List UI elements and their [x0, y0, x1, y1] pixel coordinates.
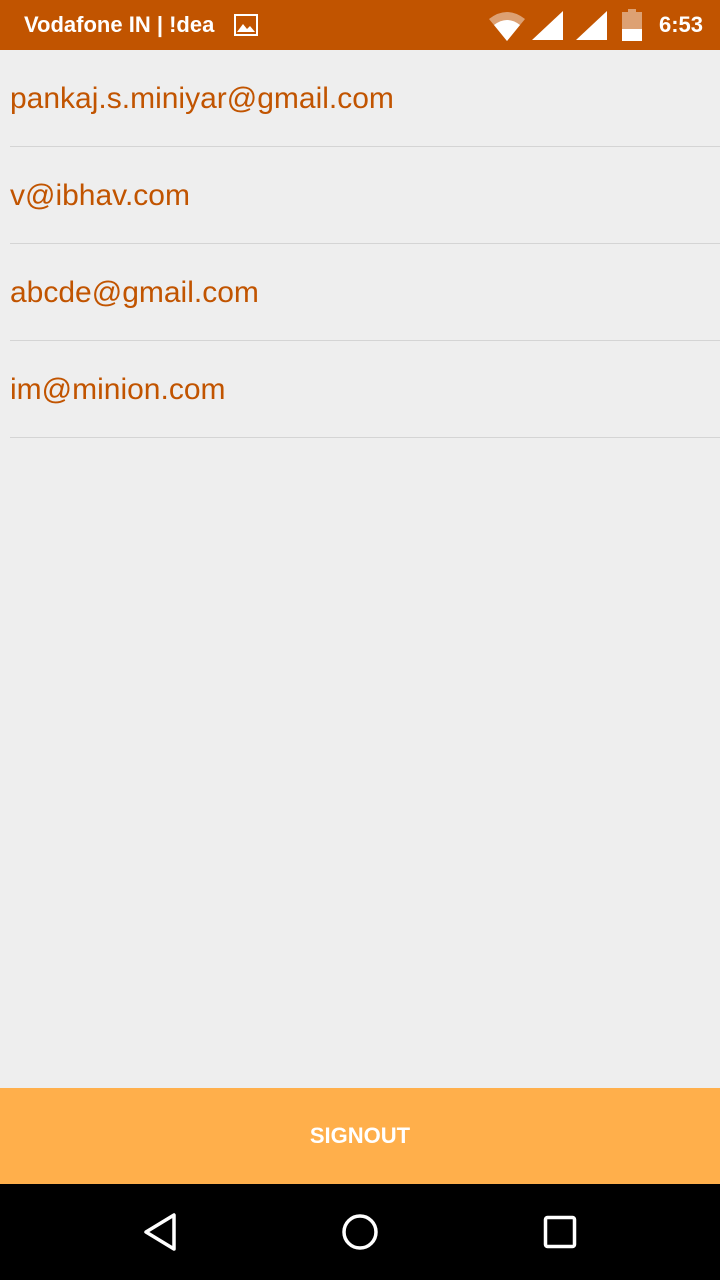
wifi-icon [489, 12, 525, 41]
signal-icon [532, 11, 563, 40]
email-address: im@minion.com [10, 373, 226, 406]
gallery-icon [234, 14, 258, 36]
email-list-item[interactable]: pankaj.s.miniyar@gmail.com [10, 50, 720, 147]
signout-button[interactable]: SIGNOUT [0, 1088, 720, 1184]
screen: Vodafone IN | !dea 6:53 pankaj.s.miniyar… [0, 0, 720, 1280]
email-list-item[interactable]: v@ibhav.com [10, 147, 720, 244]
carrier-name: Vodafone IN | !dea [24, 12, 215, 37]
status-clock: 6:53 [658, 12, 703, 37]
navigation-bar [0, 1184, 720, 1280]
email-address: abcde@gmail.com [10, 276, 259, 309]
back-button[interactable] [130, 1202, 190, 1262]
signal-icon [576, 11, 607, 40]
email-list-item[interactable]: abcde@gmail.com [10, 244, 720, 341]
status-bar: Vodafone IN | !dea 6:53 [0, 0, 720, 50]
email-list: pankaj.s.miniyar@gmail.com v@ibhav.com a… [0, 50, 720, 438]
home-icon [342, 1214, 378, 1250]
battery-icon [622, 9, 642, 41]
recents-button[interactable] [530, 1202, 590, 1262]
recents-icon [543, 1215, 577, 1249]
email-address: pankaj.s.miniyar@gmail.com [10, 82, 394, 115]
home-button[interactable] [330, 1202, 390, 1262]
back-icon [144, 1213, 176, 1251]
email-address: v@ibhav.com [10, 179, 190, 212]
email-list-item[interactable]: im@minion.com [10, 341, 720, 438]
